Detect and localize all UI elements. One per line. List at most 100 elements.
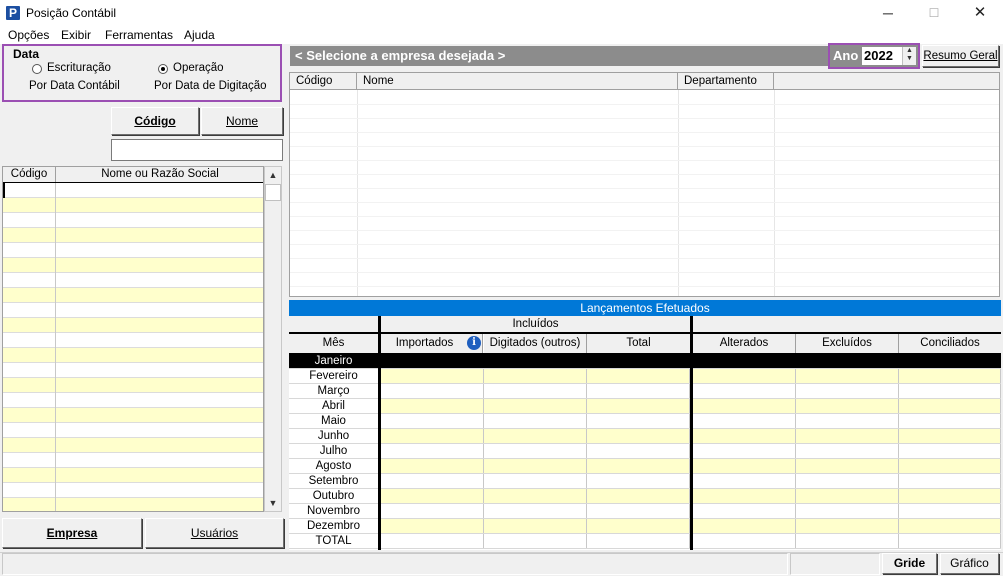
table-row[interactable] — [3, 393, 263, 408]
month-row[interactable]: Novembro — [289, 504, 1001, 519]
month-row[interactable]: Julho — [289, 444, 1001, 459]
ano-spinner[interactable]: ▲ ▼ — [902, 47, 916, 65]
col-conciliados[interactable]: Conciliados — [899, 334, 1001, 353]
scroll-thumb[interactable] — [265, 184, 281, 201]
month-cell[interactable] — [484, 519, 587, 533]
col-excluidos[interactable]: Excluídos — [796, 334, 899, 353]
month-cell[interactable] — [484, 489, 587, 503]
radio-operacao[interactable] — [158, 64, 168, 74]
month-cell[interactable] — [484, 399, 587, 413]
month-cell[interactable] — [381, 384, 484, 398]
month-cell[interactable] — [899, 414, 1001, 428]
month-cell[interactable] — [796, 504, 899, 518]
month-row[interactable]: Fevereiro — [289, 369, 1001, 384]
month-cell[interactable] — [484, 474, 587, 488]
table-row[interactable] — [3, 498, 263, 511]
month-row[interactable]: Setembro — [289, 474, 1001, 489]
month-row[interactable]: Janeiro — [289, 354, 1001, 369]
maximize-button[interactable]: ☐ — [911, 0, 957, 28]
month-cell[interactable] — [587, 534, 690, 548]
month-cell[interactable] — [899, 519, 1001, 533]
month-cell[interactable] — [899, 429, 1001, 443]
month-row[interactable]: Dezembro — [289, 519, 1001, 534]
menu-ferramentas[interactable]: Ferramentas — [105, 28, 173, 42]
month-row[interactable]: Março — [289, 384, 1001, 399]
month-cell[interactable] — [587, 414, 690, 428]
table-row[interactable] — [3, 363, 263, 378]
month-row[interactable]: Agosto — [289, 459, 1001, 474]
month-cell[interactable] — [587, 429, 690, 443]
empresa-grid[interactable]: Código Nome ou Razão Social — [2, 166, 264, 512]
table-row[interactable] — [3, 228, 263, 243]
month-cell[interactable] — [796, 519, 899, 533]
table-row[interactable] — [3, 468, 263, 483]
table-row[interactable] — [3, 318, 263, 333]
minimize-button[interactable]: ─ — [865, 0, 911, 28]
col-nome-razao[interactable]: Nome ou Razão Social — [56, 167, 263, 182]
month-cell[interactable] — [796, 444, 899, 458]
month-cell[interactable] — [381, 519, 484, 533]
spin-down-icon[interactable]: ▼ — [903, 55, 916, 63]
table-row[interactable] — [3, 183, 263, 198]
empresa-grid-scrollbar[interactable]: ▲ ▼ — [264, 166, 282, 512]
search-input[interactable] — [111, 139, 283, 161]
month-cell[interactable] — [899, 369, 1001, 383]
table-row[interactable] — [3, 438, 263, 453]
month-cell[interactable] — [381, 429, 484, 443]
month-cell[interactable] — [899, 489, 1001, 503]
radio-escrituracao-label[interactable]: Escrituração — [47, 62, 111, 74]
month-cell[interactable] — [381, 504, 484, 518]
month-cell[interactable] — [381, 489, 484, 503]
month-cell[interactable] — [484, 354, 587, 368]
month-cell[interactable] — [796, 369, 899, 383]
month-cell[interactable] — [484, 444, 587, 458]
month-cell[interactable] — [796, 354, 899, 368]
month-cell[interactable] — [899, 534, 1001, 548]
col-codigo[interactable]: Código — [3, 167, 56, 182]
month-cell[interactable] — [484, 384, 587, 398]
month-cell[interactable] — [796, 474, 899, 488]
month-cell[interactable] — [587, 459, 690, 473]
month-cell[interactable] — [484, 414, 587, 428]
table-row[interactable] — [3, 348, 263, 363]
month-cell[interactable] — [693, 429, 796, 443]
col-dept-nome[interactable]: Nome — [357, 73, 678, 90]
table-row[interactable] — [3, 483, 263, 498]
table-row[interactable] — [3, 303, 263, 318]
month-cell[interactable] — [899, 459, 1001, 473]
spin-up-icon[interactable]: ▲ — [903, 47, 916, 55]
month-cell[interactable] — [693, 354, 796, 368]
month-cell[interactable] — [899, 444, 1001, 458]
gride-button[interactable]: Gride — [882, 553, 937, 574]
radio-escrituracao[interactable] — [32, 64, 42, 74]
table-row[interactable] — [3, 213, 263, 228]
table-row[interactable] — [3, 198, 263, 213]
table-row[interactable] — [3, 408, 263, 423]
month-cell[interactable] — [796, 414, 899, 428]
grafico-button[interactable]: Gráfico — [940, 553, 999, 574]
month-cell[interactable] — [381, 444, 484, 458]
departamento-grid[interactable]: Código Nome Departamento — [289, 72, 1000, 297]
month-cell[interactable] — [587, 444, 690, 458]
month-cell[interactable] — [899, 504, 1001, 518]
month-cell[interactable] — [899, 399, 1001, 413]
month-cell[interactable] — [484, 369, 587, 383]
month-cell[interactable] — [381, 534, 484, 548]
codigo-search-button[interactable]: Código — [111, 107, 199, 135]
month-row[interactable]: Maio — [289, 414, 1001, 429]
month-cell[interactable] — [381, 399, 484, 413]
col-total[interactable]: Total — [587, 334, 690, 353]
month-cell[interactable] — [484, 534, 587, 548]
month-cell[interactable] — [693, 399, 796, 413]
month-cell[interactable] — [693, 489, 796, 503]
month-cell[interactable] — [587, 399, 690, 413]
month-cell[interactable] — [796, 534, 899, 548]
month-cell[interactable] — [796, 399, 899, 413]
month-cell[interactable] — [796, 429, 899, 443]
month-row[interactable]: Outubro — [289, 489, 1001, 504]
month-cell[interactable] — [693, 369, 796, 383]
month-cell[interactable] — [587, 369, 690, 383]
table-row[interactable] — [3, 453, 263, 468]
month-cell[interactable] — [899, 354, 1001, 368]
month-cell[interactable] — [587, 354, 690, 368]
